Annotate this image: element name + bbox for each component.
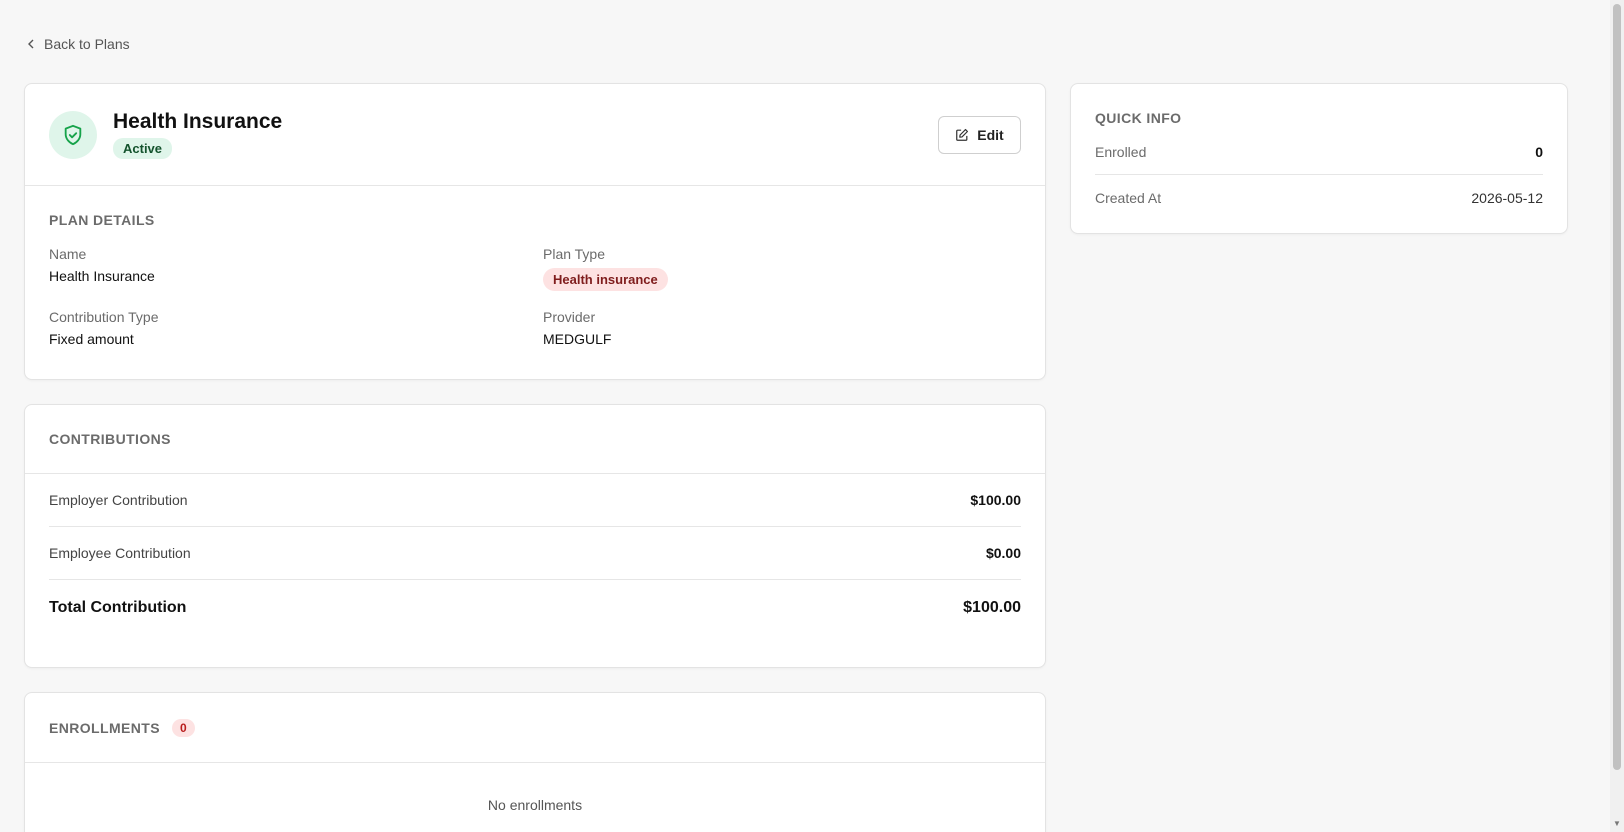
field-value: Health Insurance xyxy=(49,268,155,284)
field-name: Name Health Insurance xyxy=(49,246,543,291)
row-label: Employer Contribution xyxy=(49,492,188,508)
row-label: Created At xyxy=(1095,189,1162,206)
enrolled-row: Enrolled 0 xyxy=(1095,130,1543,175)
row-value: 2026-05-12 xyxy=(1471,189,1543,206)
plan-avatar xyxy=(49,110,97,159)
field-label: Provider xyxy=(543,309,596,325)
plan-details-card: Health Insurance Active Edit PLAN DETAIL… xyxy=(24,83,1046,380)
field-label: Contribution Type xyxy=(49,309,159,325)
empty-state-text: No enrollments xyxy=(487,797,583,813)
row-label: Enrolled xyxy=(1095,144,1147,160)
quick-info-card: QUICK INFO Enrolled 0 Created At 2026-05… xyxy=(1070,83,1568,234)
field-plan-type: Plan Type Health insurance xyxy=(543,246,1021,291)
page-title: Health Insurance xyxy=(113,110,283,133)
employer-contribution-row: Employer Contribution $100.00 xyxy=(49,474,1021,527)
vertical-scrollbar[interactable]: ▼ xyxy=(1610,0,1624,832)
quick-info-title: QUICK INFO xyxy=(1095,110,1182,126)
back-link-label: Back to Plans xyxy=(44,36,130,52)
employee-contribution-row: Employee Contribution $0.00 xyxy=(49,527,1021,580)
row-value: 0 xyxy=(1535,144,1543,160)
enrollments-card: ENROLLMENTS 0 No enrollments xyxy=(24,692,1046,832)
field-value: MEDGULF xyxy=(543,331,612,347)
row-label: Employee Contribution xyxy=(49,545,191,561)
row-label: Total Contribution xyxy=(49,599,187,616)
edit-button[interactable]: Edit xyxy=(938,116,1021,154)
field-provider: Provider MEDGULF xyxy=(543,309,1021,347)
plan-type-badge: Health insurance xyxy=(543,268,668,291)
contributions-card: CONTRIBUTIONS Employer Contribution $100… xyxy=(24,404,1046,668)
row-value: $0.00 xyxy=(985,545,1021,561)
row-value: $100.00 xyxy=(970,492,1021,508)
total-contribution-row: Total Contribution $100.00 xyxy=(49,580,1021,636)
enrollments-count-badge: 0 xyxy=(171,718,195,737)
contributions-title: CONTRIBUTIONS xyxy=(49,431,171,447)
back-to-plans-link[interactable]: Back to Plans xyxy=(26,36,130,52)
scroll-thumb[interactable] xyxy=(1613,4,1621,770)
shield-check-icon xyxy=(64,124,82,145)
chevron-left-icon xyxy=(28,39,34,49)
field-value: Fixed amount xyxy=(49,331,134,347)
edit-button-label: Edit xyxy=(977,127,1004,143)
enrollments-title: ENROLLMENTS xyxy=(49,719,160,736)
field-label: Name xyxy=(49,246,87,262)
plan-details-title: PLAN DETAILS xyxy=(49,212,155,228)
row-value: $100.00 xyxy=(963,599,1021,616)
plan-header: Health Insurance Active Edit xyxy=(25,84,1045,186)
edit-icon xyxy=(956,128,969,141)
scroll-down-icon[interactable]: ▼ xyxy=(1613,820,1621,828)
created-at-row: Created At 2026-05-12 xyxy=(1095,175,1543,220)
status-badge: Active xyxy=(113,138,173,159)
field-label: Plan Type xyxy=(543,246,606,262)
field-contribution-type: Contribution Type Fixed amount xyxy=(49,309,543,347)
